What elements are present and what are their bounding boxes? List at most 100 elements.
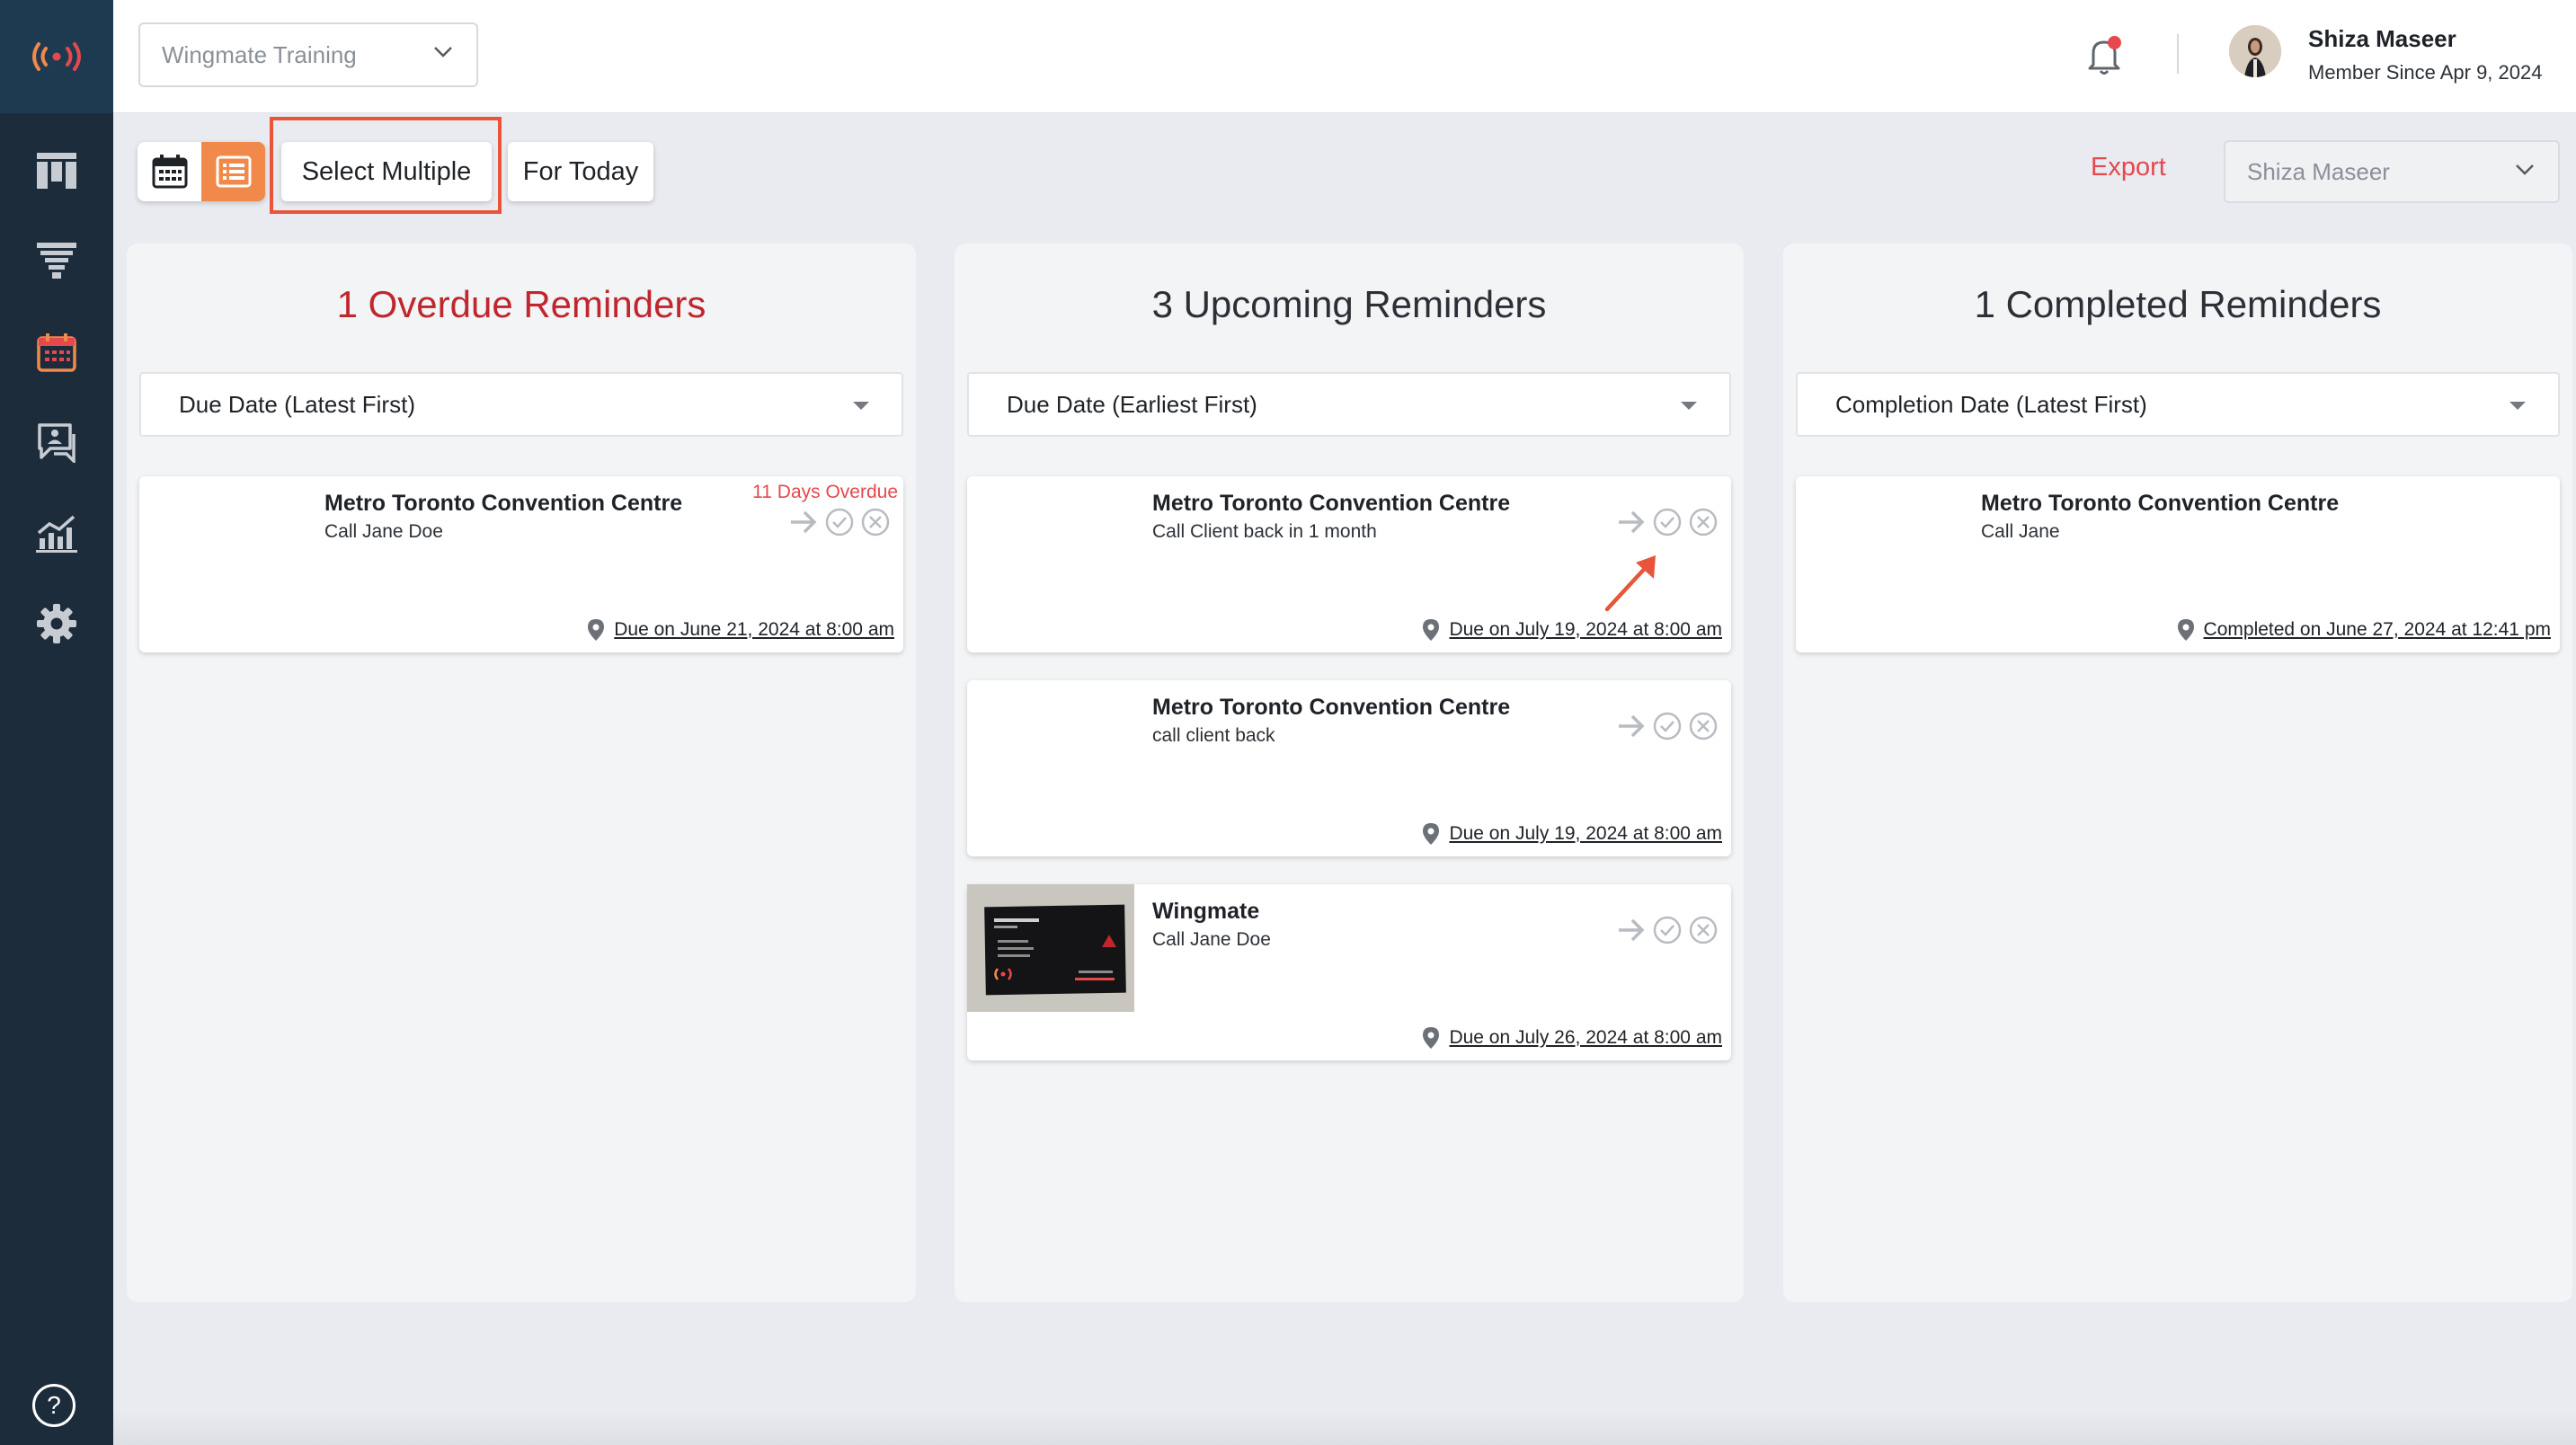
arrow-right-icon[interactable]	[788, 509, 819, 536]
analytics-icon	[36, 515, 77, 553]
overdue-badge: 11 Days Overdue	[752, 482, 898, 502]
notification-dot	[2108, 36, 2121, 49]
help-icon: ?	[47, 1391, 61, 1419]
card-title: Wingmate	[1152, 899, 1260, 924]
close-circle-icon[interactable]	[1688, 711, 1719, 741]
sort-value: Due Date (Earliest First)	[1007, 390, 1257, 418]
logo-icon	[32, 42, 81, 71]
sidebar-item-board[interactable]	[30, 144, 84, 198]
list-view-button[interactable]	[201, 142, 265, 201]
overdue-title: 1 Overdue Reminders	[336, 283, 706, 325]
list-icon	[216, 155, 251, 188]
overdue-sort-select[interactable]: Due Date (Latest First)	[139, 372, 903, 437]
chevron-down-icon	[2516, 164, 2534, 175]
completed-sort-select[interactable]: Completion Date (Latest First)	[1796, 372, 2560, 437]
reminder-card[interactable]: Metro Toronto Convention Centre Call Jan…	[1796, 476, 2560, 652]
chevron-down-icon	[434, 47, 452, 58]
check-circle-icon[interactable]	[1652, 915, 1683, 945]
location-pin-icon	[2177, 619, 2194, 641]
card-subtitle: call client back	[1152, 725, 1275, 746]
reminder-card[interactable]: Metro Toronto Convention Centre call cli…	[967, 680, 1731, 856]
sort-value: Due Date (Latest First)	[179, 390, 415, 418]
card-thumbnail	[139, 476, 306, 604]
card-actions	[788, 507, 891, 537]
reminder-card[interactable]: Metro Toronto Convention Centre Call Jan…	[139, 476, 903, 652]
card-due: Due on June 21, 2024 at 8:00 am	[587, 618, 894, 642]
card-actions	[1616, 915, 1719, 945]
user-name: Shiza Maseer	[2308, 25, 2456, 52]
close-circle-icon[interactable]	[1688, 507, 1719, 537]
card-actions	[1616, 711, 1719, 741]
check-circle-icon[interactable]	[824, 507, 855, 537]
due-link[interactable]: Due on July 19, 2024 at 8:00 am	[1449, 619, 1722, 641]
avatar[interactable]	[2229, 25, 2281, 77]
card-actions	[1616, 507, 1719, 537]
sidebar-item-analytics[interactable]	[30, 506, 84, 560]
card-title: Metro Toronto Convention Centre	[1152, 695, 1511, 720]
card-due: Due on July 26, 2024 at 8:00 am	[1422, 1026, 1722, 1050]
overdue-column: 1 Overdue Reminders Due Date (Latest Fir…	[127, 244, 916, 1302]
member-since: Member Since Apr 9, 2024	[2308, 61, 2543, 84]
bottom-shade	[113, 1411, 2576, 1445]
funnel-icon	[37, 243, 76, 279]
arrow-right-icon[interactable]	[1616, 917, 1647, 944]
completed-title: 1 Completed Reminders	[1974, 283, 2382, 325]
card-thumbnail	[1796, 476, 1963, 604]
check-circle-icon[interactable]	[1652, 507, 1683, 537]
view-toggle	[138, 142, 265, 201]
check-circle-icon[interactable]	[1652, 711, 1683, 741]
workspace-select-value: Wingmate Training	[162, 40, 357, 68]
calendar-view-button[interactable]	[138, 142, 201, 201]
card-title: Metro Toronto Convention Centre	[1981, 491, 2340, 516]
caret-down-icon	[2509, 402, 2526, 410]
user-filter-select[interactable]: Shiza Maseer	[2224, 140, 2560, 203]
notifications-button[interactable]	[2082, 32, 2127, 77]
divider	[2177, 34, 2179, 74]
card-due: Due on July 19, 2024 at 8:00 am	[1422, 822, 1722, 846]
card-thumbnail	[967, 680, 1134, 808]
help-button[interactable]: ?	[32, 1384, 76, 1427]
user-photo-icon	[2229, 25, 2281, 77]
completed-link[interactable]: Completed on June 27, 2024 at 12:41 pm	[2204, 619, 2551, 641]
calendar-icon	[152, 155, 187, 189]
topbar: Wingmate Training Shiza Maseer Member Si…	[113, 0, 2576, 113]
sort-value: Completion Date (Latest First)	[1835, 390, 2147, 418]
sidebar-item-calendar[interactable]	[30, 325, 84, 379]
location-pin-icon	[1423, 823, 1440, 845]
card-due: Due on July 19, 2024 at 8:00 am	[1422, 618, 1722, 642]
location-pin-icon	[1423, 1027, 1440, 1049]
close-circle-icon[interactable]	[1688, 915, 1719, 945]
card-subtitle: Call Jane Doe	[324, 521, 443, 542]
due-link[interactable]: Due on July 26, 2024 at 8:00 am	[1449, 1027, 1722, 1049]
reminder-card[interactable]: Wingmate Call Jane Doe Due on July 26, 2…	[967, 884, 1731, 1060]
for-today-button[interactable]: For Today	[508, 142, 653, 201]
sidebar-item-funnel[interactable]	[30, 234, 84, 288]
annotation-highlight-box	[270, 117, 502, 214]
annotation-arrow-icon	[1604, 555, 1656, 612]
sidebar-item-chat[interactable]	[30, 415, 84, 469]
close-circle-icon[interactable]	[860, 507, 891, 537]
upcoming-column: 3 Upcoming Reminders Due Date (Earliest …	[955, 244, 1744, 1302]
due-link[interactable]: Due on July 19, 2024 at 8:00 am	[1449, 823, 1722, 845]
export-button[interactable]: Export	[2091, 153, 2166, 182]
card-completed: Completed on June 27, 2024 at 12:41 pm	[2177, 618, 2551, 642]
caret-down-icon	[853, 402, 869, 410]
calendar-icon	[37, 333, 76, 372]
arrow-right-icon[interactable]	[1616, 713, 1647, 740]
card-subtitle: Call Jane Doe	[1152, 929, 1271, 950]
board-icon	[37, 153, 76, 189]
due-link[interactable]: Due on June 21, 2024 at 8:00 am	[614, 619, 894, 641]
card-subtitle: Call Jane	[1981, 521, 2060, 542]
arrow-right-icon[interactable]	[1616, 509, 1647, 536]
sidebar: ?	[0, 0, 113, 1445]
card-title: Metro Toronto Convention Centre	[324, 491, 683, 516]
business-card-thumbnail	[967, 884, 1134, 1012]
sidebar-item-settings[interactable]	[30, 597, 84, 651]
workspace-select[interactable]: Wingmate Training	[138, 22, 478, 87]
caret-down-icon	[1681, 402, 1697, 410]
card-title: Metro Toronto Convention Centre	[1152, 491, 1511, 516]
chat-icon	[38, 423, 76, 463]
logo[interactable]	[0, 0, 113, 113]
completed-column: 1 Completed Reminders Completion Date (L…	[1783, 244, 2572, 1302]
upcoming-sort-select[interactable]: Due Date (Earliest First)	[967, 372, 1731, 437]
